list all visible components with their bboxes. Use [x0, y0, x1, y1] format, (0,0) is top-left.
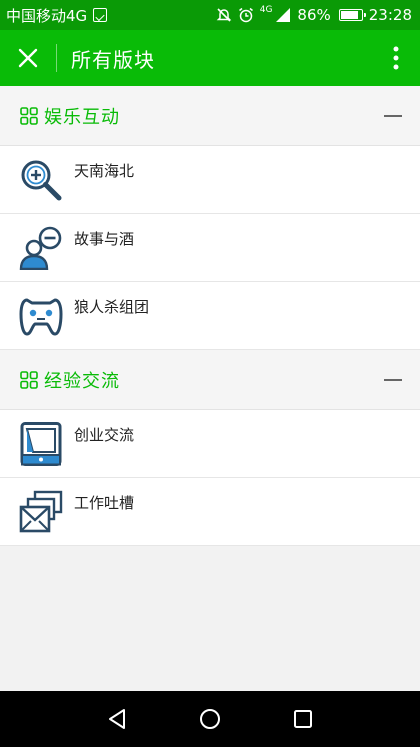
board-item-gushiyujiu[interactable]: 故事与酒	[0, 214, 420, 282]
board-item-label: 工作吐槽	[74, 494, 135, 512]
board-item-langrensha[interactable]: 狼人杀组团	[0, 282, 420, 350]
battery-percent-label: 86%	[297, 6, 331, 24]
system-nav-bar	[0, 691, 420, 747]
section-title: 经验交流	[44, 370, 120, 392]
section-title: 娱乐互动	[44, 106, 120, 128]
recents-square-icon	[294, 710, 313, 728]
board-item-tiannanhaibei[interactable]: 天南海北	[0, 146, 420, 214]
battery-icon	[338, 9, 366, 21]
close-button[interactable]	[0, 30, 56, 86]
user-minus-icon	[19, 226, 62, 270]
board-item-label: 狼人杀组团	[74, 298, 150, 316]
board-content: 娱乐互动 天南海北 故事与酒 狼人杀组团 经验交流 创业交流 工作吐槽	[0, 86, 420, 546]
title-divider	[56, 44, 57, 72]
more-button[interactable]	[372, 30, 420, 86]
battery-fill	[340, 11, 358, 19]
home-button[interactable]	[190, 699, 230, 739]
grid-icon	[20, 370, 38, 389]
carrier-label: 中国移动4G	[6, 6, 88, 25]
alarm-icon	[238, 7, 254, 23]
back-triangle-icon	[108, 709, 125, 729]
collapse-icon[interactable]	[384, 114, 402, 117]
more-vertical-icon	[393, 46, 399, 70]
section-header-experience[interactable]: 经验交流	[0, 350, 420, 410]
section-header-entertainment[interactable]: 娱乐互动	[0, 86, 420, 146]
collapse-icon[interactable]	[384, 378, 402, 381]
close-icon	[18, 48, 38, 68]
status-right: 4G 86% 23:28	[216, 4, 412, 24]
signal-icon	[275, 7, 291, 23]
grid-icon	[20, 106, 38, 125]
gamepad-icon	[19, 298, 63, 336]
board-list-entertainment: 天南海北 故事与酒 狼人杀组团	[0, 146, 420, 350]
board-item-label: 天南海北	[74, 162, 135, 180]
status-left: 中国移动4G	[6, 5, 108, 26]
recents-button[interactable]	[283, 699, 323, 739]
board-item-chuangye[interactable]: 创业交流	[0, 410, 420, 478]
mute-icon	[216, 7, 232, 23]
stacked-mail-icon	[19, 490, 63, 533]
board-list-experience: 创业交流 工作吐槽	[0, 410, 420, 546]
magnifier-plus-icon	[21, 160, 62, 201]
home-circle-icon	[199, 709, 220, 729]
clock-label: 23:28	[368, 6, 412, 24]
status-bar: 中国移动4G 4G 86% 23:28	[0, 0, 420, 30]
page-title: 所有版块	[71, 47, 155, 72]
image-notification-icon	[93, 8, 108, 22]
title-bar: 所有版块	[0, 30, 420, 86]
board-item-gongzuotucao[interactable]: 工作吐槽	[0, 478, 420, 546]
board-item-label: 故事与酒	[74, 230, 135, 248]
board-item-label: 创业交流	[74, 426, 135, 444]
network-type-label: 4G	[259, 4, 273, 15]
back-button[interactable]	[97, 699, 137, 739]
tablet-icon	[20, 422, 62, 466]
